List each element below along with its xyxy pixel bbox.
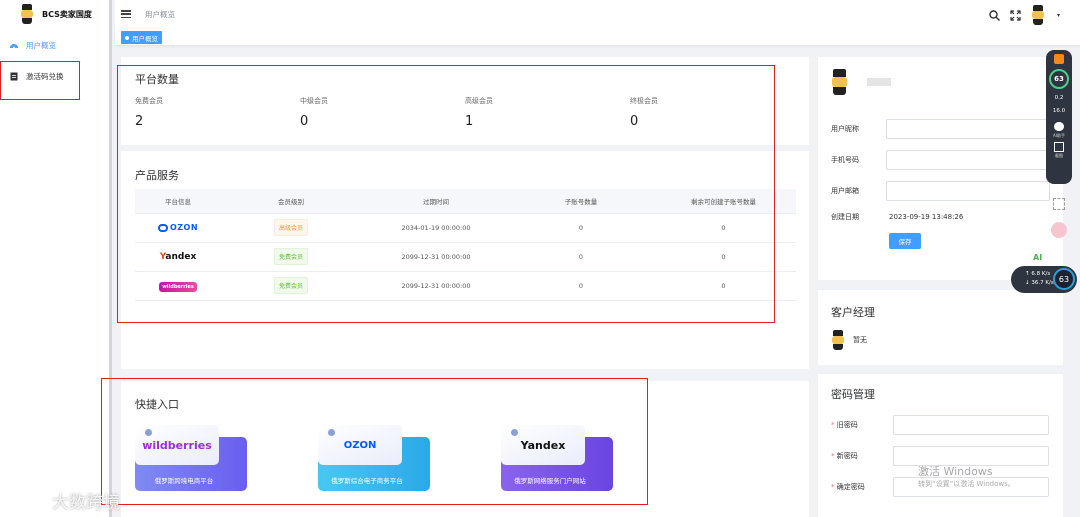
avatar[interactable]: ▾: [1031, 5, 1060, 25]
tags-view: 用户概览: [115, 28, 1080, 46]
nickname-input[interactable]: [885, 119, 1050, 139]
email-input[interactable]: [885, 181, 1050, 201]
shield-icon: [1054, 54, 1064, 64]
screenshot-icon[interactable]: [1054, 142, 1064, 152]
save-button[interactable]: 保存: [889, 233, 921, 249]
sidebar-item-overview[interactable]: 用户概览: [0, 30, 109, 60]
manager-card: 客户经理 暂无: [818, 290, 1063, 365]
phone-input[interactable]: [885, 150, 1050, 170]
chat-icon[interactable]: [1054, 122, 1064, 131]
fullscreen-icon[interactable]: [1010, 6, 1021, 25]
password-card: 密码管理 * 旧密码 * 新密码 * 确定密码: [818, 374, 1063, 517]
system-monitor-widget[interactable]: 63 0.2 16.0 AI助手 截图: [1046, 50, 1072, 184]
quick-highlight-box: [101, 378, 648, 505]
tab-label: 用户概览: [132, 34, 158, 43]
user-avatar: [831, 69, 849, 95]
cpu-gauge: 63: [1049, 69, 1069, 89]
brand-logo: [20, 4, 34, 24]
ai-label: AI: [1033, 253, 1043, 262]
assistant-avatar[interactable]: [1051, 222, 1067, 238]
password-title: 密码管理: [831, 388, 875, 401]
search-icon[interactable]: [989, 6, 1000, 25]
platform-highlight-box: [117, 65, 775, 323]
network-speed-widget[interactable]: ↑ 6.8 K/s ↓ 36.7 K/s 63: [1011, 266, 1077, 293]
net-speed-a: 0.2: [1054, 95, 1064, 101]
brand-name: BCS卖家国度: [42, 9, 92, 19]
tab-overview[interactable]: 用户概览: [121, 31, 162, 44]
manager-title: 客户经理: [831, 306, 875, 319]
profile-card: 用户昵称 手机号码 用户邮箱 创建日期 2023-09-19 13:48:26 保…: [818, 57, 1063, 280]
menu-toggle-icon[interactable]: [121, 10, 131, 18]
dashboard-icon: [10, 41, 18, 49]
username-blurred: [867, 78, 891, 86]
chevron-down-icon[interactable]: ▾: [1057, 12, 1060, 19]
qr-icon[interactable]: [1053, 198, 1065, 210]
old-password-input[interactable]: [893, 415, 1049, 435]
net-speed-b: 16.0: [1052, 108, 1066, 114]
breadcrumb[interactable]: 用户概览: [145, 9, 175, 20]
activate-windows-hint: 转到“设置”以激活 Windows。: [918, 480, 1015, 488]
corner-watermark: 大数跨境: [52, 493, 120, 513]
activate-windows-watermark: 激活 Windows: [918, 465, 993, 478]
created-date: 2023-09-19 13:48:26: [889, 213, 964, 221]
brand: BCS卖家国度: [0, 0, 109, 28]
sidebar-highlight-box: [0, 61, 80, 100]
topbar: 用户概览 ▾: [115, 0, 1080, 28]
sidebar-item-label: 用户概览: [26, 40, 56, 50]
manager-avatar: [831, 330, 845, 350]
manager-name: 暂无: [853, 336, 867, 344]
